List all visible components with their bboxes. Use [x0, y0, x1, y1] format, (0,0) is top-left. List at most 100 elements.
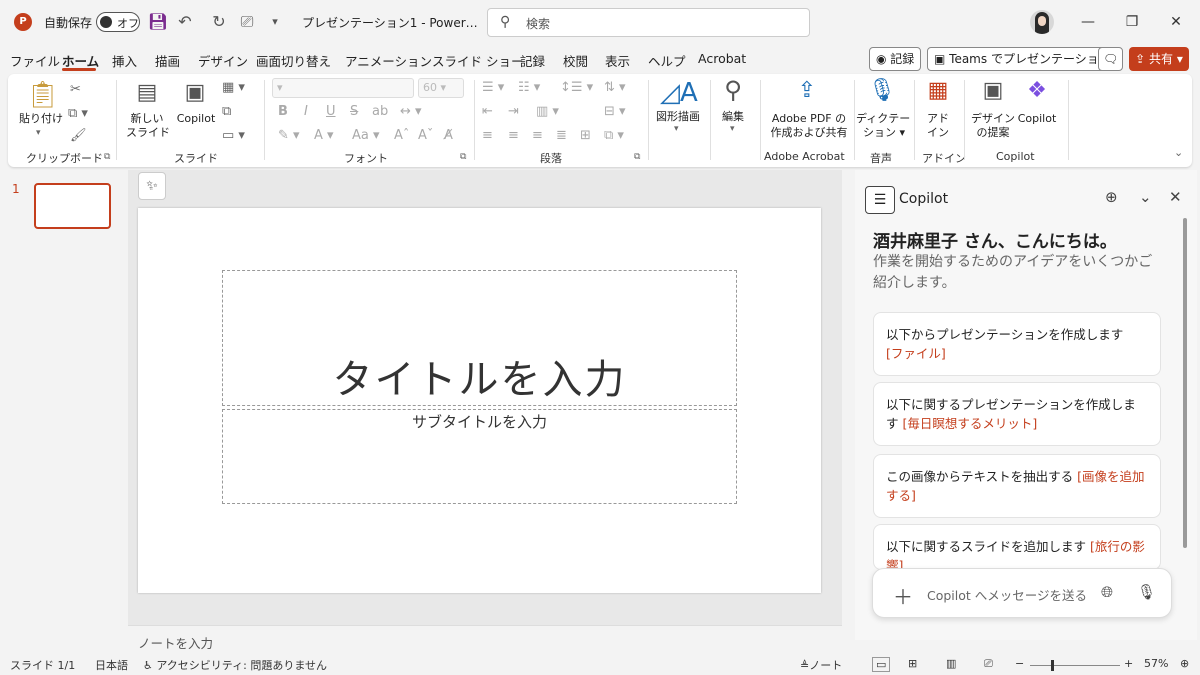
copilot-input[interactable]: ＋ Copilot へメッセージを送る 🌐︎ 🎙︎: [872, 568, 1172, 618]
bullets-icon[interactable]: ☰ ▾: [482, 80, 504, 95]
slide-sorter-icon[interactable]: ⊞: [908, 657, 917, 670]
designer-label-1[interactable]: デザイン: [970, 112, 1016, 126]
tab-design[interactable]: デザイン: [198, 51, 248, 70]
section-icon[interactable]: ▭ ▾: [222, 128, 245, 143]
text-direction-icon[interactable]: ⇅ ▾: [604, 80, 626, 95]
menu-icon[interactable]: ☰: [865, 186, 895, 214]
teams-present-button[interactable]: ▣ Teams でプレゼンテーション: [927, 47, 1118, 71]
format-painter-icon[interactable]: 🖌︎: [70, 128, 87, 143]
suggestion-card[interactable]: 以下からプレゼンテーションを作成します [ファイル]: [873, 312, 1161, 376]
font-launcher-icon[interactable]: ⧉: [460, 152, 466, 162]
copy-icon[interactable]: ⧉ ▾: [68, 106, 88, 121]
addins-icon[interactable]: ▦: [924, 78, 952, 103]
plus-icon[interactable]: ＋: [893, 581, 913, 610]
restore-icon[interactable]: ❐: [1118, 10, 1146, 34]
font-name-combo[interactable]: ▾: [272, 78, 414, 98]
microphone-icon[interactable]: 🎙︎: [1137, 583, 1156, 601]
tab-record[interactable]: 記録: [520, 51, 545, 70]
adobe-pdf-label-1[interactable]: Adobe PDF の: [764, 112, 854, 126]
reset-icon[interactable]: ⧉: [222, 104, 231, 119]
tab-file[interactable]: ファイル: [10, 51, 60, 70]
fit-to-window-icon[interactable]: ⊕: [1180, 657, 1189, 670]
layout-icon[interactable]: ▦ ▾: [222, 80, 245, 95]
close-pane-icon[interactable]: ✕: [1169, 188, 1182, 206]
new-slide-label-2[interactable]: スライド: [120, 126, 176, 140]
clipboard-launcher-icon[interactable]: ⧉: [104, 152, 110, 162]
redo-icon[interactable]: ↻: [208, 11, 230, 33]
suggestion-card[interactable]: この画像からテキストを抽出する [画像を追加する]: [873, 454, 1161, 518]
search-box[interactable]: ⚲ 検索: [487, 8, 810, 37]
change-case-button[interactable]: Aa ▾: [352, 128, 380, 143]
increase-indent-icon[interactable]: ⇥: [508, 104, 519, 119]
columns-icon[interactable]: ▥ ▾: [536, 104, 559, 119]
font-color-icon[interactable]: A ▾: [314, 128, 334, 143]
slide-thumbnail[interactable]: [34, 183, 111, 229]
copilot-slide-icon[interactable]: ▣: [180, 80, 210, 105]
shrink-font-button[interactable]: Aˇ: [418, 128, 433, 143]
adobe-pdf-label-2[interactable]: 作成および共有: [764, 126, 854, 140]
present-icon[interactable]: ⎚: [236, 11, 258, 33]
dictate-label-2[interactable]: ション ▾: [858, 126, 910, 140]
copilot-icon[interactable]: ❖: [1022, 78, 1052, 103]
distribute-icon[interactable]: ⊞: [580, 128, 591, 143]
clear-format-icon[interactable]: A̸: [444, 128, 453, 143]
paste-button[interactable]: 貼り付け: [18, 112, 64, 126]
tab-transitions[interactable]: 画面切り替え: [256, 51, 331, 70]
new-chat-icon[interactable]: ⊕: [1105, 188, 1118, 206]
smartart-icon[interactable]: ⧉ ▾: [604, 128, 624, 143]
shapes-icon[interactable]: ◿A: [660, 78, 698, 108]
share-button[interactable]: ⇪ 共有 ▾: [1129, 47, 1189, 71]
grow-font-button[interactable]: Aˆ: [394, 128, 409, 143]
notes-pane[interactable]: ノートを入力: [128, 625, 842, 655]
tab-slideshow[interactable]: スライド ショー: [432, 51, 523, 70]
subtitle-placeholder[interactable]: サブタイトルを入力: [222, 409, 737, 504]
edit-dropdown-icon[interactable]: ▾: [730, 124, 735, 134]
font-size-combo[interactable]: 60 ▾: [418, 78, 464, 98]
reading-view-icon[interactable]: ▥: [946, 657, 956, 670]
align-text-icon[interactable]: ⊟ ▾: [604, 104, 626, 119]
title-placeholder[interactable]: タイトルを入力: [222, 270, 737, 406]
decrease-indent-icon[interactable]: ⇤: [482, 104, 493, 119]
tab-review[interactable]: 校閲: [563, 51, 588, 70]
tab-view[interactable]: 表示: [605, 51, 630, 70]
tab-animations[interactable]: アニメーション: [345, 51, 432, 70]
slideshow-view-icon[interactable]: ⎚: [984, 657, 993, 671]
autosave-toggle[interactable]: オフ: [96, 12, 140, 32]
notes-toggle[interactable]: ≜ノート: [800, 657, 842, 673]
underline-button[interactable]: U: [326, 104, 336, 119]
slide-canvas[interactable]: タイトルを入力 サブタイトルを入力: [138, 208, 821, 593]
accessibility-status[interactable]: ♿︎ アクセシビリティ: 問題ありません: [143, 657, 327, 673]
zoom-in-icon[interactable]: +: [1124, 657, 1133, 670]
microphone-icon[interactable]: 🎙︎: [868, 78, 896, 103]
record-button[interactable]: ◉ 記録: [869, 47, 922, 71]
copilot-button[interactable]: Copilot: [1014, 112, 1060, 126]
zoom-slider-knob[interactable]: [1051, 660, 1054, 671]
avatar[interactable]: [1030, 10, 1054, 34]
addins-label-1[interactable]: アド: [920, 112, 956, 126]
addins-label-2[interactable]: イン: [920, 126, 956, 140]
paste-icon[interactable]: 📋︎: [26, 80, 59, 110]
tab-draw[interactable]: 描画: [155, 51, 180, 70]
align-right-icon[interactable]: ≡: [532, 128, 543, 143]
new-slide-label-1[interactable]: 新しい: [124, 112, 170, 126]
designer-sparkle-icon[interactable]: ✨︎: [138, 172, 166, 200]
comments-button[interactable]: 🗨︎: [1098, 47, 1124, 71]
designer-label-2[interactable]: の提案: [970, 126, 1016, 140]
find-icon[interactable]: ⚲: [718, 76, 748, 104]
align-center-icon[interactable]: ≡: [508, 128, 519, 143]
shapes-button[interactable]: 図形描画: [652, 110, 704, 124]
new-slide-icon[interactable]: ▤: [132, 80, 162, 105]
normal-view-icon[interactable]: ▭: [872, 657, 891, 672]
char-spacing-icon[interactable]: ↔ ▾: [400, 104, 422, 119]
ribbon-collapse-icon[interactable]: ⌄: [1174, 146, 1183, 159]
suggestion-card[interactable]: 以下に関するスライドを追加します [旅行の影響]: [873, 524, 1161, 570]
adobe-pdf-icon[interactable]: ⇪: [792, 78, 822, 103]
paste-dropdown-icon[interactable]: ▾: [36, 128, 41, 138]
shapes-dropdown-icon[interactable]: ▾: [674, 124, 679, 134]
chevron-down-icon[interactable]: ⌄: [1139, 188, 1152, 206]
edit-button[interactable]: 編集: [712, 110, 754, 124]
zoom-level[interactable]: 57%: [1144, 657, 1168, 670]
align-left-icon[interactable]: ≡: [482, 128, 493, 143]
paragraph-launcher-icon[interactable]: ⧉: [634, 152, 640, 162]
numbering-icon[interactable]: ☷ ▾: [518, 80, 540, 95]
